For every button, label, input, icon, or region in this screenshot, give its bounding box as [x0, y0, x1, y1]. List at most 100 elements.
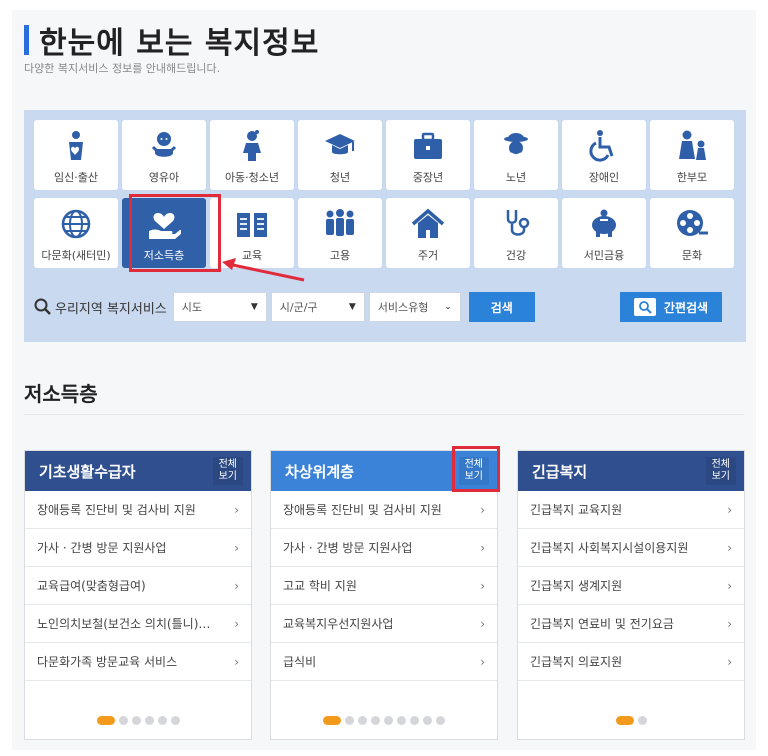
- category-tile-disabled[interactable]: 장애인: [562, 120, 646, 190]
- chevron-right-icon: ›: [480, 616, 485, 631]
- quick-search-label: 간편검색: [663, 300, 709, 315]
- wheelchair-icon: [585, 128, 623, 164]
- category-label: 장애인: [588, 171, 620, 184]
- list-item[interactable]: 고교 학비 지원 ›: [271, 567, 497, 605]
- chevron-right-icon: ›: [234, 540, 239, 555]
- chevron-right-icon: ›: [234, 578, 239, 593]
- region-search-bar: 우리지역 복지서비스 시도 ▼ 시/군/구 ▼ 서비스유형 ⌄ 검색 간편검색: [34, 290, 734, 324]
- list-item-label: 교육복지우선지원사업: [283, 617, 394, 631]
- category-label: 문화: [681, 249, 703, 262]
- carousel-dots: [271, 716, 497, 725]
- carousel-dot[interactable]: [96, 716, 115, 725]
- list-item[interactable]: 가사 · 간병 방문 지원사업 ›: [271, 529, 497, 567]
- list-item[interactable]: 긴급복지 교육지원 ›: [518, 491, 744, 529]
- list-item[interactable]: 긴급복지 생계지원 ›: [518, 567, 744, 605]
- carousel-dot[interactable]: [397, 716, 406, 725]
- child-icon: [233, 128, 271, 164]
- service-type-select[interactable]: 서비스유형 ⌄: [368, 292, 461, 322]
- category-label: 건강: [505, 249, 527, 262]
- list-item[interactable]: 장애등록 진단비 및 검사비 지원 ›: [25, 491, 251, 529]
- list-item[interactable]: 긴급복지 의료지원 ›: [518, 643, 744, 681]
- category-tile-health[interactable]: 건강: [474, 198, 558, 268]
- carousel-dot[interactable]: [157, 716, 167, 725]
- pointer-arrow: [222, 258, 305, 282]
- carousel-dot[interactable]: [371, 716, 380, 725]
- list-item-label: 긴급복지 생계지원: [530, 579, 623, 593]
- list-item-label: 급식비: [283, 655, 317, 669]
- list-item-label: 장애등록 진단비 및 검사비 지원: [283, 503, 442, 517]
- section-divider: [24, 414, 744, 415]
- carousel-dot[interactable]: [384, 716, 393, 725]
- list-item-label: 장애등록 진단비 및 검사비 지원: [37, 503, 196, 517]
- card-title: 차상위계층: [285, 462, 355, 481]
- carousel-dot[interactable]: [358, 716, 367, 725]
- carousel-dot[interactable]: [131, 716, 141, 725]
- list-item-label: 가사 · 간병 방문 지원사업: [37, 541, 167, 555]
- category-tile-multicultural[interactable]: 다문화(새터민): [34, 198, 118, 268]
- card-header: 기초생활수급자 전체 보기: [25, 451, 251, 491]
- chevron-right-icon: ›: [480, 578, 485, 593]
- card-near-poverty: 차상위계층 전체 보기 장애등록 진단비 및 검사비 지원 › 가사 · 간병 방문…: [270, 450, 498, 740]
- carousel-dot[interactable]: [637, 716, 647, 725]
- list-item-label: 긴급복지 사회복지시설이용지원: [530, 541, 689, 555]
- sigungu-select[interactable]: 시/군/구 ▼: [270, 292, 365, 322]
- list-item[interactable]: 다문화가족 방문교육 서비스 ›: [25, 643, 251, 681]
- chevron-right-icon: ›: [480, 540, 485, 555]
- carousel-dot[interactable]: [423, 716, 432, 725]
- film-reel-icon: [673, 206, 711, 242]
- list-item[interactable]: 급식비 ›: [271, 643, 497, 681]
- carousel-dot[interactable]: [323, 716, 341, 725]
- category-tile-pregnancy[interactable]: 임신·출산: [34, 120, 118, 190]
- card-title: 긴급복지: [532, 462, 588, 481]
- chevron-right-icon: ›: [234, 616, 239, 631]
- list-item[interactable]: 장애등록 진단비 및 검사비 지원 ›: [271, 491, 497, 529]
- search-button[interactable]: 검색: [468, 292, 535, 322]
- category-tile-child[interactable]: 아동·청소년: [210, 120, 294, 190]
- globe-icon: [57, 206, 95, 242]
- category-tile-youth[interactable]: 청년: [298, 120, 382, 190]
- list-item[interactable]: 노인의치보철(보건소 의치(틀니)… ›: [25, 605, 251, 643]
- list-item[interactable]: 가사 · 간병 방문 지원사업 ›: [25, 529, 251, 567]
- book-icon: [233, 206, 271, 242]
- category-label: 주거: [417, 249, 439, 262]
- category-label: 고용: [329, 249, 351, 262]
- carousel-dot[interactable]: [345, 716, 354, 725]
- carousel-dot[interactable]: [615, 716, 634, 725]
- sido-select[interactable]: 시도 ▼: [172, 292, 267, 322]
- list-item[interactable]: 긴급복지 사회복지시설이용지원 ›: [518, 529, 744, 567]
- category-label: 다문화(새터민): [41, 249, 111, 262]
- carousel-dot[interactable]: [170, 716, 180, 725]
- sido-select-value: 시도: [181, 301, 203, 314]
- carousel-dot[interactable]: [118, 716, 128, 725]
- quick-search-button[interactable]: 간편검색: [620, 292, 722, 322]
- list-item-label: 긴급복지 의료지원: [530, 655, 623, 669]
- list-item[interactable]: 긴급복지 연료비 및 전기요금 ›: [518, 605, 744, 643]
- carousel-dot[interactable]: [410, 716, 419, 725]
- carousel-dot[interactable]: [436, 716, 445, 725]
- category-tile-elderly[interactable]: 노년: [474, 120, 558, 190]
- page-header: 한눈에 보는 복지정보: [24, 18, 319, 62]
- category-tile-culture[interactable]: 문화: [650, 198, 734, 268]
- view-all-highlight: [452, 446, 500, 492]
- chevron-right-icon: ›: [727, 578, 732, 593]
- list-item-label: 교육급여(맞춤형급여): [37, 579, 146, 593]
- list-item[interactable]: 교육복지우선지원사업 ›: [271, 605, 497, 643]
- category-tile-infant[interactable]: 영유아: [122, 120, 206, 190]
- list-item[interactable]: 교육급여(맞춤형급여) ›: [25, 567, 251, 605]
- category-tile-housing[interactable]: 주거: [386, 198, 470, 268]
- view-all-button[interactable]: 전체 보기: [705, 457, 736, 485]
- category-tile-single-parent[interactable]: 한부모: [650, 120, 734, 190]
- carousel-dots: [25, 716, 251, 725]
- list-item-label: 가사 · 간병 방문 지원사업: [283, 541, 413, 555]
- category-tile-middle-aged[interactable]: 중장년: [386, 120, 470, 190]
- page-title: 한눈에 보는 복지정보: [39, 26, 320, 61]
- category-label: 한부모: [676, 171, 708, 184]
- category-tile-finance[interactable]: 서민금융: [562, 198, 646, 268]
- list-item-label: 긴급복지 교육지원: [530, 503, 623, 517]
- caret-down-icon: ▼: [250, 302, 258, 312]
- section-title: 저소득층: [24, 382, 98, 406]
- carousel-dot[interactable]: [144, 716, 154, 725]
- card-list: 긴급복지 교육지원 › 긴급복지 사회복지시설이용지원 › 긴급복지 생계지원 › 긴…: [518, 491, 744, 681]
- chevron-right-icon: ›: [727, 654, 732, 669]
- view-all-button[interactable]: 전체 보기: [212, 457, 243, 485]
